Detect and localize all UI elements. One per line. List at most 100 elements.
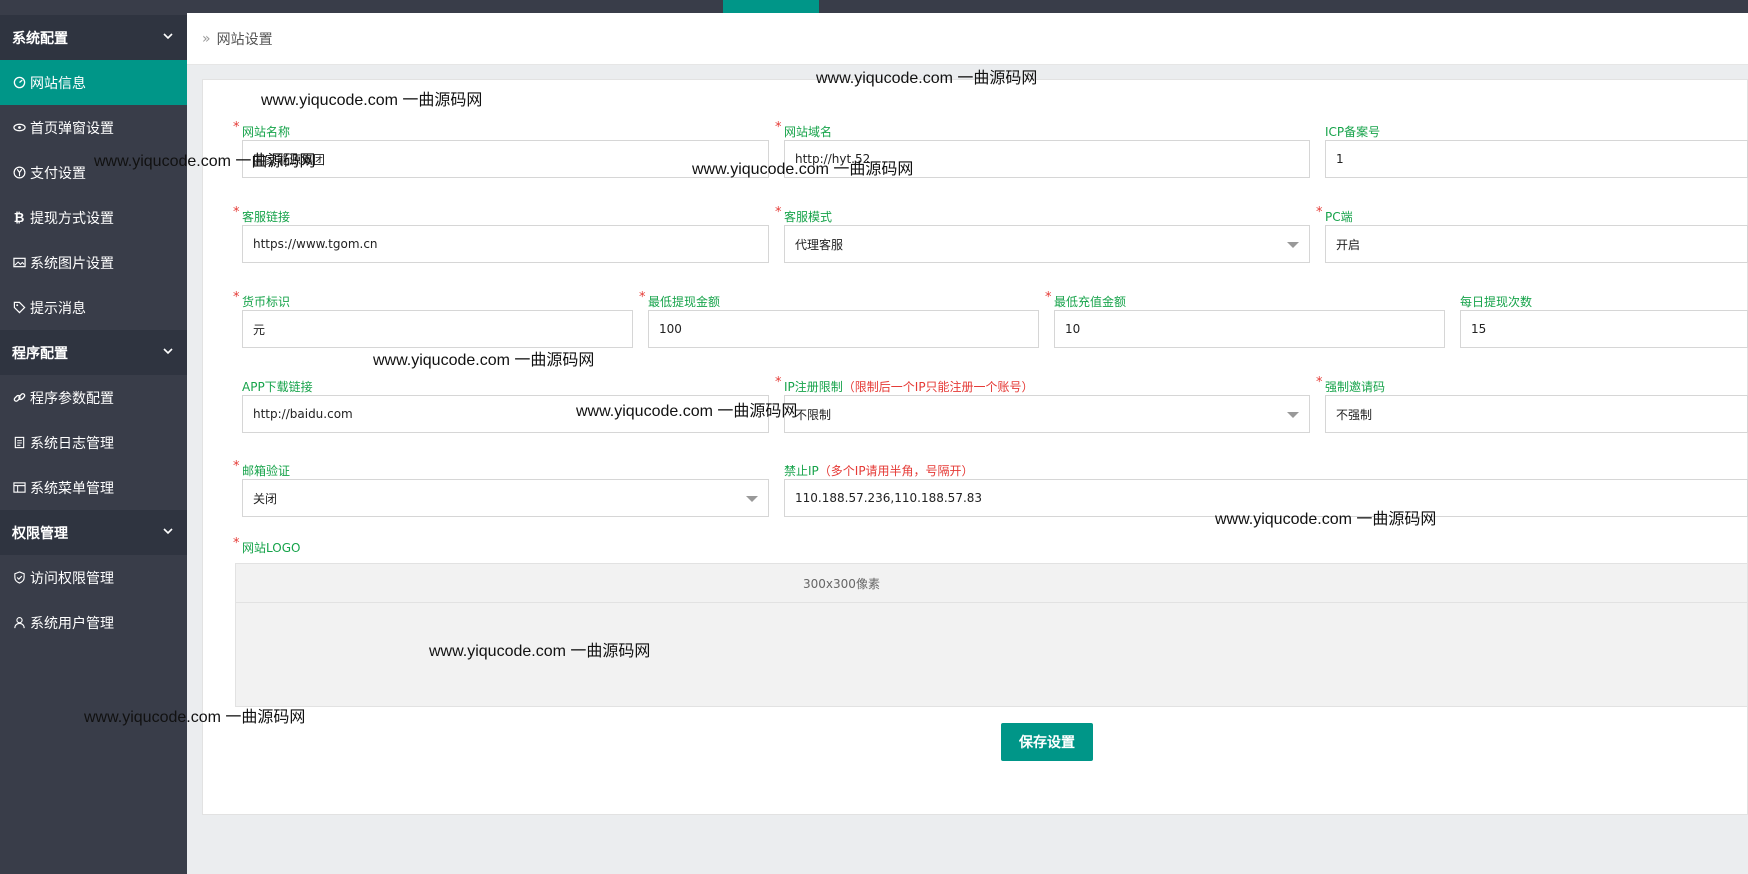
select-value: 代理客服 — [795, 237, 844, 252]
icp-input[interactable]: 1 — [1325, 140, 1748, 178]
required-mark: * — [1045, 290, 1052, 305]
window-icon — [12, 481, 26, 495]
pc-end-select[interactable]: 开启 — [1325, 225, 1748, 263]
sidebar-item-system-users[interactable]: 系统用户管理 — [0, 600, 187, 645]
sidebar-item-home-popup[interactable]: 首页弹窗设置 — [0, 105, 187, 150]
double-chevron-right-icon: » — [202, 30, 211, 47]
top-nav-bar — [187, 0, 1748, 13]
sidebar-item-system-menu[interactable]: 系统菜单管理 — [0, 465, 187, 510]
sidebar-item-withdraw-method[interactable]: ₿ 提现方式设置 — [0, 195, 187, 240]
service-link-input[interactable]: https://www.tgom.cn — [242, 225, 769, 263]
currency-input[interactable]: 元 — [242, 310, 633, 348]
sidebar-group-label: 系统配置 — [12, 30, 68, 47]
user-icon — [12, 616, 26, 630]
field-label: 客服模式 — [784, 210, 833, 224]
sidebar-item-label: 系统日志管理 — [30, 435, 114, 452]
field-label: 每日提现次数 — [1460, 295, 1533, 309]
watermark: www.yiqucode.com 一曲源码网 — [576, 403, 798, 420]
sidebar-item-label: 网站信息 — [30, 75, 86, 92]
eye-icon — [12, 121, 26, 135]
select-value: 关闭 — [253, 491, 278, 506]
watermark: www.yiqucode.com 一曲源码网 — [261, 92, 483, 109]
ip-limit-select[interactable]: 不限制 — [784, 395, 1310, 433]
chevron-down-icon — [163, 528, 173, 535]
field-label: 网站名称 — [242, 125, 291, 139]
email-verify-select[interactable]: 关闭 — [242, 479, 769, 517]
sidebar-item-system-log[interactable]: 系统日志管理 — [0, 420, 187, 465]
caret-down-icon — [1287, 242, 1299, 248]
chevron-down-icon — [163, 33, 173, 40]
sidebar-item-access-permissions[interactable]: 访问权限管理 — [0, 555, 187, 600]
watermark: www.yiqucode.com 一曲源码网 — [429, 643, 651, 660]
field-label: 网站域名 — [784, 125, 833, 139]
force-invite-select[interactable]: 不强制 — [1325, 395, 1748, 433]
clipboard-icon — [12, 436, 26, 450]
logo-upload-area[interactable]: 300x300像素 — [235, 563, 1748, 707]
sidebar-item-label: 系统图片设置 — [30, 255, 114, 272]
sidebar-group-label: 权限管理 — [12, 525, 68, 542]
watermark: www.yiqucode.com 一曲源码网 — [373, 352, 595, 369]
sidebar-item-label: 访问权限管理 — [30, 570, 114, 587]
watermark: www.yiqucode.com 一曲源码网 — [1215, 511, 1437, 528]
sidebar-item-label: 系统菜单管理 — [30, 480, 114, 497]
ip-limit-hint: （限制后一个IP只能注册一个账号） — [842, 380, 1034, 394]
field-label: 最低提现金额 — [648, 295, 721, 309]
active-top-tab[interactable] — [723, 0, 819, 13]
sidebar-item-prompt-message[interactable]: 提示消息 — [0, 285, 187, 330]
required-mark: * — [775, 120, 782, 135]
field-label: PC端 — [1325, 210, 1353, 224]
sidebar-group-system-config[interactable]: 系统配置 — [0, 15, 187, 60]
field-label: 货币标识 — [242, 295, 291, 309]
sidebar-item-system-images[interactable]: 系统图片设置 — [0, 240, 187, 285]
caret-down-icon — [1287, 412, 1299, 418]
required-mark: * — [233, 205, 240, 220]
min-withdraw-input[interactable]: 100 — [648, 310, 1039, 348]
sidebar-item-label: 支付设置 — [30, 165, 86, 182]
sidebar-group-program-config[interactable]: 程序配置 — [0, 330, 187, 375]
field-label: IP注册限制（限制后一个IP只能注册一个账号） — [784, 378, 1034, 395]
required-mark: * — [233, 120, 240, 135]
field-label: 强制邀请码 — [1325, 380, 1386, 394]
required-mark: * — [775, 375, 782, 390]
save-settings-button[interactable]: 保存设置 — [1001, 723, 1093, 761]
field-label: 最低充值金额 — [1054, 295, 1127, 309]
required-mark: * — [1316, 375, 1323, 390]
sidebar-group-label: 程序配置 — [12, 345, 68, 362]
bitcoin-icon: ₿ — [13, 210, 25, 226]
site-name-input[interactable]: 国家能源集团 — [242, 140, 769, 178]
sidebar-item-label: 程序参数配置 — [30, 390, 114, 407]
yen-icon — [12, 166, 26, 180]
link-icon — [12, 391, 26, 405]
ban-ip-label: 禁止IP — [784, 464, 819, 478]
sidebar-item-label: 提现方式设置 — [30, 210, 114, 227]
sidebar-item-site-info[interactable]: 网站信息 — [0, 60, 187, 105]
ip-limit-label: IP注册限制 — [784, 380, 843, 394]
sidebar-item-label: 系统用户管理 — [30, 615, 114, 632]
sidebar-group-permissions[interactable]: 权限管理 — [0, 510, 187, 555]
daily-withdraw-input[interactable]: 15 — [1460, 310, 1748, 348]
min-recharge-input[interactable]: 10 — [1054, 310, 1445, 348]
image-icon — [12, 256, 26, 270]
sidebar-item-label: 首页弹窗设置 — [30, 120, 114, 137]
field-label: 客服链接 — [242, 210, 291, 224]
logo-size-hint: 300x300像素 — [236, 564, 1747, 603]
field-label: 禁止IP（多个IP请用半角，号隔开） — [784, 462, 974, 479]
tag-icon — [12, 301, 26, 315]
sidebar-item-program-params[interactable]: 程序参数配置 — [0, 375, 187, 420]
service-mode-select[interactable]: 代理客服 — [784, 225, 1310, 263]
required-mark: * — [1316, 205, 1323, 220]
field-label: 网站LOGO — [242, 541, 301, 555]
field-label: 邮箱验证 — [242, 464, 291, 478]
dashboard-icon — [12, 76, 26, 90]
required-mark: * — [233, 290, 240, 305]
watermark: www.yiqucode.com 一曲源码网 — [692, 161, 914, 178]
field-label: APP下载链接 — [242, 380, 313, 394]
watermark: www.yiqucode.com 一曲源码网 — [84, 709, 306, 726]
required-mark: * — [639, 290, 646, 305]
chevron-down-icon — [163, 348, 173, 355]
required-mark: * — [233, 536, 240, 551]
sidebar: 系统配置 网站信息 首页弹窗设置 支付设置 ₿ 提现方式设置 系统图片设置 提示… — [0, 0, 187, 874]
field-label: ICP备案号 — [1325, 125, 1381, 139]
breadcrumb-current[interactable]: 网站设置 — [217, 29, 273, 49]
caret-down-icon — [746, 496, 758, 502]
